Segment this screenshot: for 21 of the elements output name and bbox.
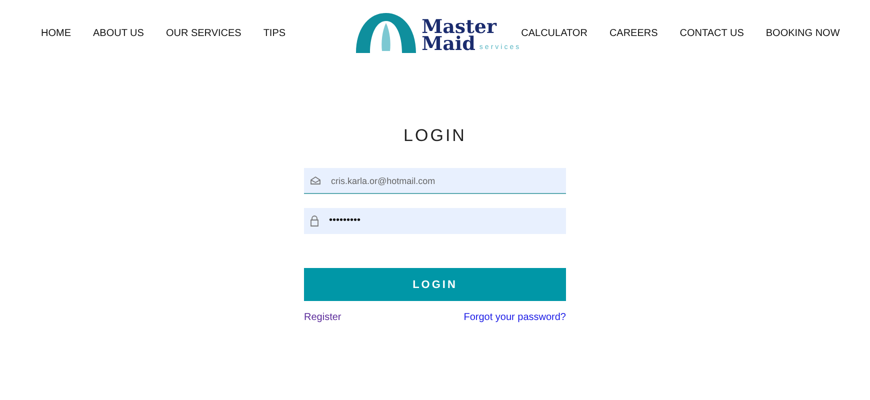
nav-link[interactable]: OUR SERVICES [166,28,242,38]
envelope-icon [310,176,321,185]
nav-link[interactable]: BOOKING NOW [766,28,840,38]
nav-link[interactable]: HOME [41,28,71,38]
login-button[interactable]: LOGIN [304,268,566,301]
login-title: LOGIN [402,126,468,146]
register-link[interactable]: Register [304,312,342,323]
field-value: cris.karla.or@hotmail.com [331,176,436,186]
logo-text: Maid [422,36,476,53]
nav-link[interactable]: CONTACT US [680,28,744,38]
input-field[interactable]: cris.karla.or@hotmail.com [304,168,566,194]
nav-link[interactable]: TIPS [263,28,286,38]
nav-link[interactable]: CALCULATOR [521,28,588,38]
input-field[interactable]: ••••••••• [304,208,566,234]
nav-link[interactable]: CAREERS [609,28,658,38]
forgot-password-link[interactable]: Forgot your password? [464,312,566,323]
nav-link[interactable]: ABOUT US [93,28,144,38]
logo-text: Master [422,18,498,36]
logo-icon [356,13,416,53]
field-value: ••••••••• [329,215,361,226]
lock-icon [310,214,319,226]
